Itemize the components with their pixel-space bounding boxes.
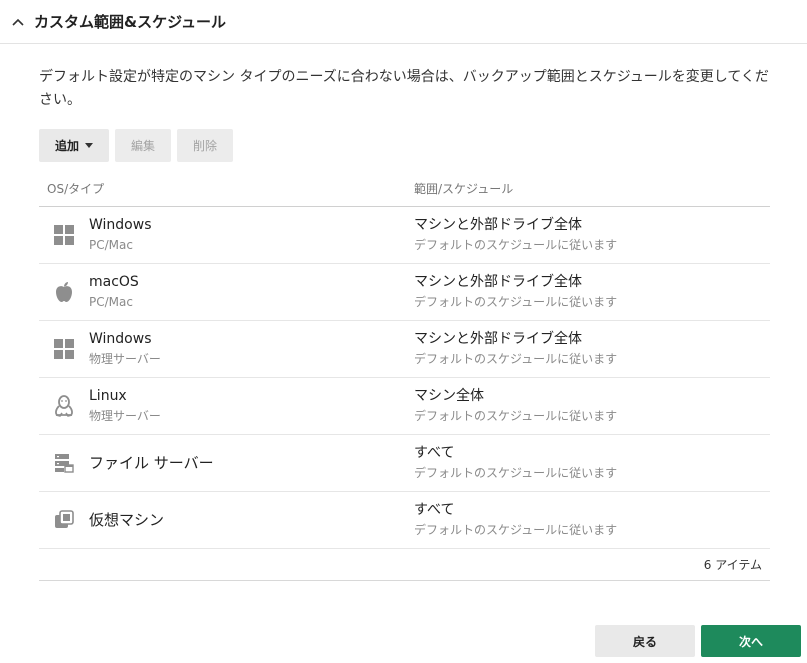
column-header-os-type: OS/タイプ (47, 181, 105, 196)
os-name: Linux (89, 387, 127, 404)
table-row[interactable]: ファイル サーバー すべて デフォルトのスケジュールに従います (39, 435, 770, 492)
backup-schedule: デフォルトのスケジュールに従います (414, 465, 618, 480)
backup-schedule: デフォルトのスケジュールに従います (414, 408, 618, 423)
machine-type: PC/Mac (89, 237, 133, 252)
edit-button[interactable]: 編集 (115, 129, 171, 162)
os-name: Windows (89, 330, 152, 347)
windows-icon (39, 225, 89, 245)
os-name: Windows (89, 216, 152, 233)
backup-scope: マシンと外部ドライブ全体 (414, 330, 582, 347)
table-row[interactable]: macOS PC/Mac マシンと外部ドライブ全体 デフォルトのスケジュールに従… (39, 264, 770, 321)
table-header: OS/タイプ 範囲/スケジュール (39, 170, 770, 207)
backup-scope: すべて (414, 444, 455, 461)
back-button[interactable]: 戻る (595, 625, 695, 657)
delete-button[interactable]: 削除 (177, 129, 233, 162)
backup-schedule: デフォルトのスケジュールに従います (414, 237, 618, 252)
backup-scope: マシンと外部ドライブ全体 (414, 216, 582, 233)
toolbar: 追加 編集 削除 (39, 129, 233, 162)
column-header-scope-schedule: 範囲/スケジュール (414, 181, 514, 196)
table-row[interactable]: Windows 物理サーバー マシンと外部ドライブ全体 デフォルトのスケジュール… (39, 321, 770, 378)
chevron-up-icon[interactable] (12, 15, 26, 29)
table-row[interactable]: Linux 物理サーバー マシン全体 デフォルトのスケジュールに従います (39, 378, 770, 435)
table-row[interactable]: Windows PC/Mac マシンと外部ドライブ全体 デフォルトのスケジュール… (39, 207, 770, 264)
backup-schedule: デフォルトのスケジュールに従います (414, 294, 618, 309)
apple-icon (39, 281, 89, 303)
machine-type: 物理サーバー (89, 351, 161, 366)
file-server-icon (39, 453, 89, 473)
description-text: デフォルト設定が特定のマシン タイプのニーズに合わない場合は、バックアップ範囲と… (39, 69, 769, 108)
backup-scope: マシン全体 (414, 387, 484, 404)
add-button[interactable]: 追加 (39, 129, 109, 162)
backup-scope: マシンと外部ドライブ全体 (414, 273, 582, 290)
add-button-label: 追加 (54, 139, 79, 153)
table-row[interactable]: 仮想マシン すべて デフォルトのスケジュールに従います (39, 492, 770, 549)
machine-type-table: OS/タイプ 範囲/スケジュール Windows PC/Mac マシンと外部ドラ… (39, 170, 770, 581)
os-name: macOS (89, 273, 139, 290)
next-button[interactable]: 次へ (701, 625, 801, 657)
backup-schedule: デフォルトのスケジュールに従います (414, 351, 618, 366)
table-footer: 6 アイテム (39, 549, 770, 581)
backup-schedule: デフォルトのスケジュールに従います (414, 522, 618, 537)
windows-icon (39, 339, 89, 359)
linux-icon (39, 395, 89, 417)
os-name: 仮想マシン (89, 510, 165, 529)
virtual-machine-icon (39, 510, 89, 530)
section-header[interactable]: カスタム範囲&スケジュール (0, 0, 807, 44)
machine-type: PC/Mac (89, 294, 133, 309)
backup-scope: すべて (414, 501, 455, 518)
caret-down-icon (85, 143, 93, 148)
machine-type: 物理サーバー (89, 408, 161, 423)
item-count: 6 アイテム (703, 558, 762, 572)
section-title: カスタム範囲&スケジュール (34, 13, 227, 31)
os-name: ファイル サーバー (89, 453, 214, 472)
